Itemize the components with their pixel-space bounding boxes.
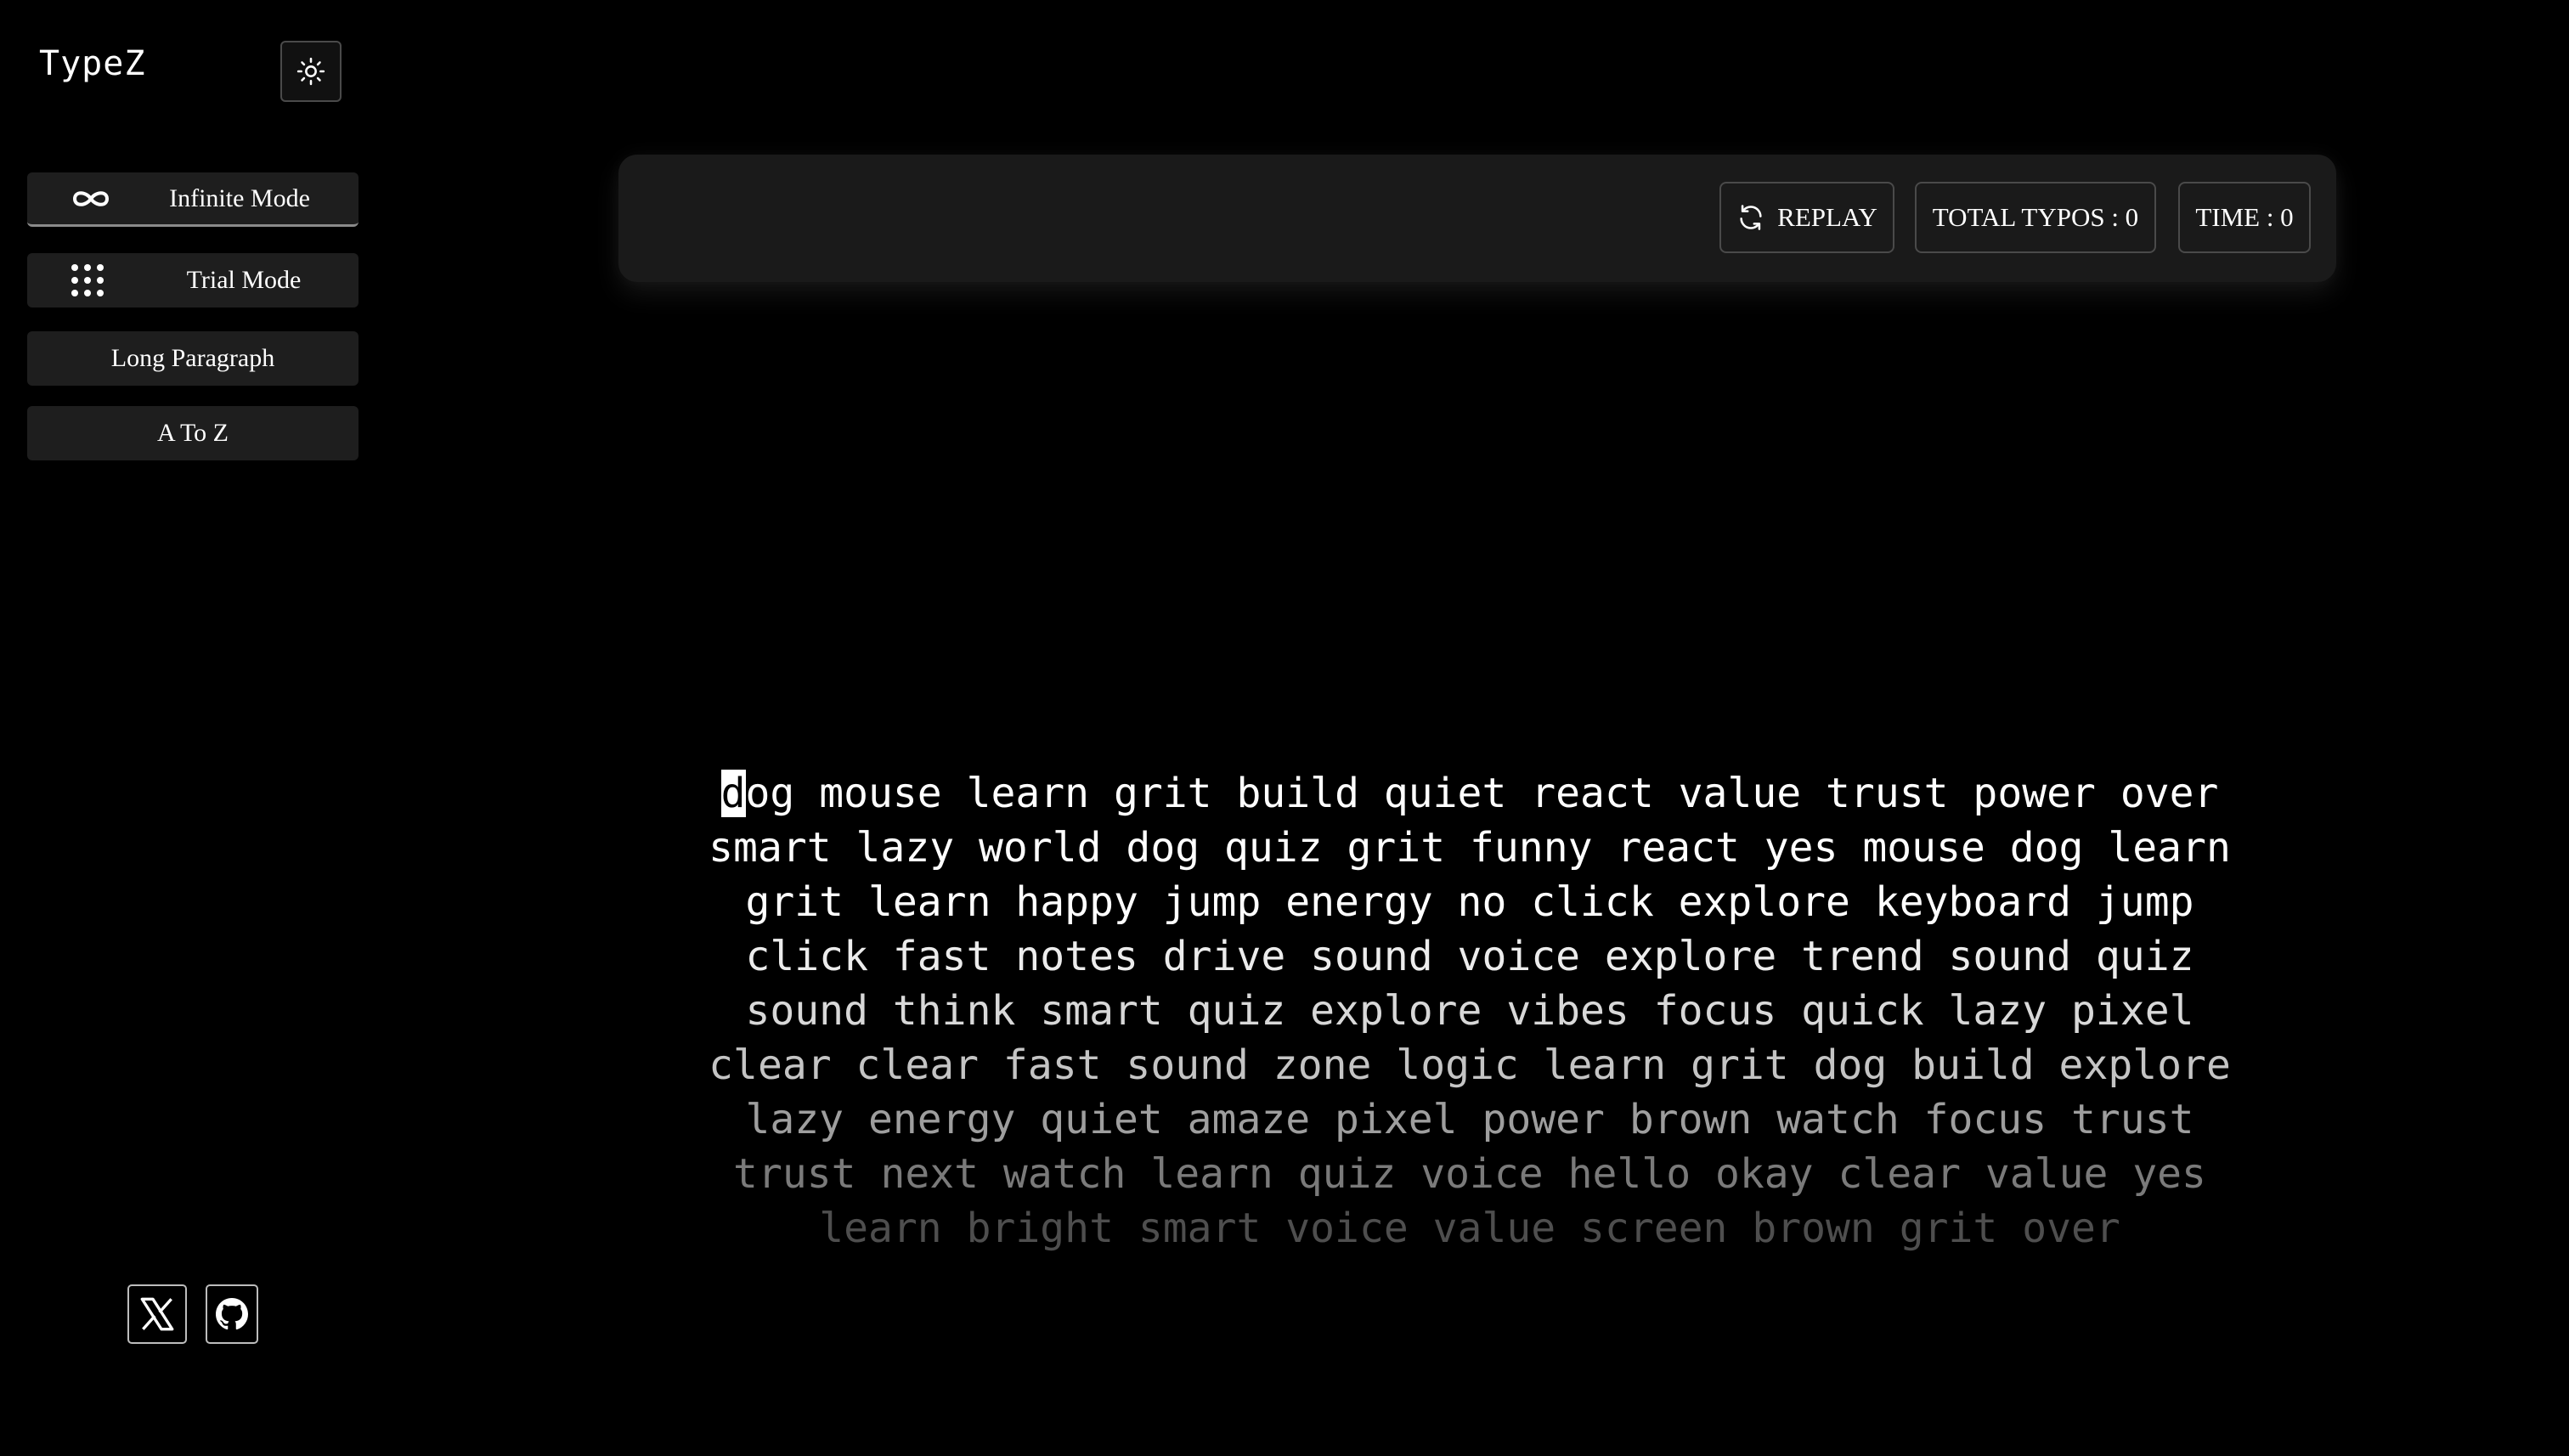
github-link-button[interactable] [206,1284,258,1344]
stats-bar: REPLAY TOTAL TYPOS : 0 TIME : 0 [618,155,2336,282]
x-logo-icon [136,1293,178,1335]
typing-line: lazy energy quiet amaze pixel power brow… [745,1096,2194,1143]
grid-dots-icon [70,262,105,298]
trial-mode-button[interactable]: Trial Mode [27,253,359,308]
github-icon [216,1298,248,1330]
replay-button[interactable]: REPLAY [1719,182,1894,253]
typing-line: trust next watch learn quiz voice hello … [733,1150,2206,1198]
time-label: TIME : 0 [2195,202,2294,232]
total-typos-label: TOTAL TYPOS : 0 [1932,202,2139,232]
time-counter: TIME : 0 [2178,182,2311,253]
typing-line-text: og mouse learn grit build quiet react va… [745,770,2219,817]
typing-line: sound think smart quiz explore vibes foc… [745,987,2194,1035]
a-to-z-button[interactable]: A To Z [27,406,359,460]
infinite-mode-label: Infinite Mode [169,183,310,212]
total-typos-counter: TOTAL TYPOS : 0 [1915,182,2156,253]
app-title: TypeZ [39,44,146,83]
typing-line: learn bright smart voice value screen br… [819,1205,2120,1252]
infinite-mode-button[interactable]: Infinite Mode [27,172,359,227]
typing-line: dog mouse learn grit build quiet react v… [697,766,2243,821]
long-paragraph-label: Long Paragraph [110,344,275,372]
replay-label: REPLAY [1777,202,1877,232]
typing-line: smart lazy world dog quiz grit funny rea… [709,824,2231,872]
sun-icon [296,57,325,86]
a-to-z-label: A To Z [156,419,229,447]
theme-toggle-button[interactable] [280,41,342,102]
long-paragraph-button[interactable]: Long Paragraph [27,331,359,386]
refresh-icon [1736,203,1777,232]
typing-cursor: d [720,770,746,817]
trial-mode-label: Trial Mode [186,266,302,294]
typing-line: grit learn happy jump energy no click ex… [745,878,2194,926]
infinity-icon [70,188,112,210]
x-link-button[interactable] [127,1284,187,1344]
typing-area[interactable]: dog mouse learn grit build quiet react v… [697,766,2243,1256]
typing-line: click fast notes drive sound voice explo… [745,933,2194,980]
typing-line: clear clear fast sound zone logic learn … [709,1041,2231,1089]
